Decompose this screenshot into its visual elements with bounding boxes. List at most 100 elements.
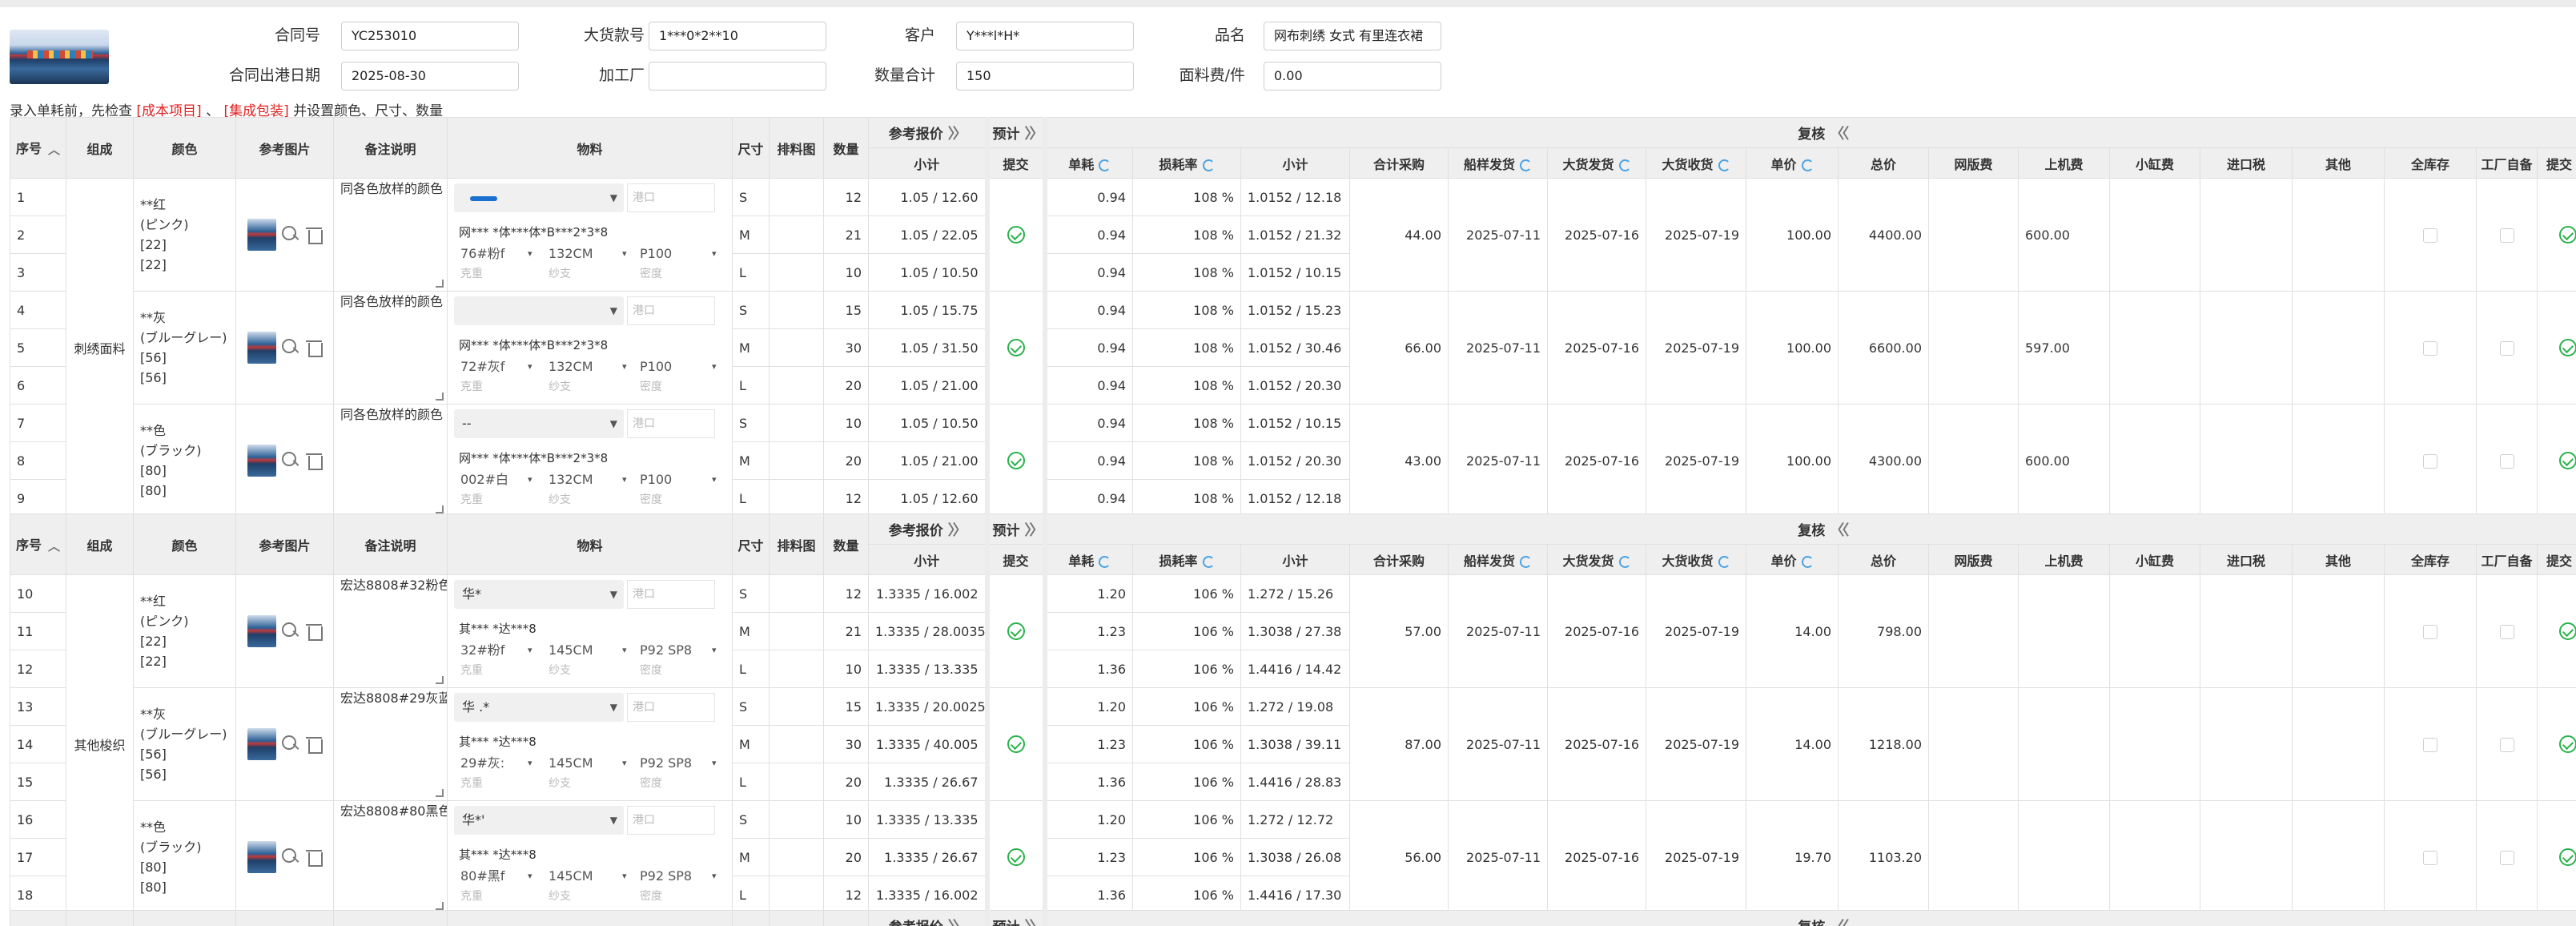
remark-textarea[interactable]: 宏达8808#32粉色 — [333, 574, 448, 688]
row-layout[interactable] — [769, 366, 824, 405]
product-field[interactable]: 网布刺绣 女式 有里连衣裙 — [1264, 22, 1441, 50]
remark-textarea[interactable]: 同各色放样的颜色 — [333, 178, 448, 292]
port-input[interactable]: 港口 — [627, 580, 715, 609]
refresh-icon[interactable] — [1618, 555, 1631, 568]
trash-icon[interactable] — [303, 621, 324, 642]
row-layout[interactable] — [769, 876, 824, 914]
row-layout[interactable] — [769, 725, 824, 763]
zoom-icon[interactable] — [279, 224, 300, 245]
check-circle-icon[interactable] — [1007, 452, 1025, 469]
refresh-icon[interactable] — [1202, 159, 1215, 171]
bulk-receive-date[interactable]: 2025-07-19 — [1646, 291, 1746, 405]
material-code-select[interactable]: 32#粉f — [460, 639, 532, 662]
collapse-arrow-icon[interactable]: 〈〈 — [1830, 519, 1849, 540]
product-thumbnail[interactable] — [10, 30, 109, 84]
row-unit-use[interactable]: 1.20 — [1042, 574, 1133, 613]
remark-textarea[interactable]: 同各色放样的颜色 — [333, 291, 448, 405]
estimate-submit[interactable] — [984, 574, 1045, 688]
other-fee[interactable] — [2292, 687, 2385, 801]
trash-icon[interactable] — [303, 224, 324, 245]
weight-input[interactable]: 克重 — [460, 888, 483, 905]
import-tax[interactable] — [2200, 574, 2293, 688]
expand-arrow-icon[interactable]: 〉〉 — [948, 519, 967, 540]
gsm-input[interactable]: 纱支 — [549, 775, 571, 792]
row-unit-use[interactable]: 0.94 — [1042, 441, 1133, 480]
sample-ship-date[interactable]: 2025-07-11 — [1448, 404, 1548, 517]
factory-self-checkbox[interactable] — [2476, 178, 2538, 292]
small-red-fee[interactable] — [2109, 800, 2200, 914]
review-submit[interactable] — [2537, 404, 2576, 517]
col-bulk-ship[interactable]: 大货发货 — [1547, 544, 1646, 575]
row-loss-rate[interactable]: 108 % — [1132, 328, 1241, 367]
col-submit2[interactable]: 提交 — [2537, 147, 2576, 179]
trash-icon[interactable] — [303, 847, 324, 868]
row-unit-use[interactable]: 1.36 — [1042, 763, 1133, 801]
row-unit-use[interactable]: 0.94 — [1042, 328, 1133, 367]
checkbox[interactable] — [2423, 850, 2437, 865]
row-unit-use[interactable]: 1.36 — [1042, 876, 1133, 914]
checkbox[interactable] — [2423, 227, 2437, 243]
col-loss-rate[interactable]: 损耗率 — [1132, 147, 1241, 179]
col-bulk-ship[interactable]: 大货发货 — [1547, 147, 1646, 179]
fabric-fee-field[interactable]: 0.00 — [1264, 62, 1441, 91]
refresh-icon[interactable] — [1718, 555, 1730, 568]
reference-image[interactable] — [247, 841, 276, 873]
machine-fee[interactable] — [2018, 800, 2110, 914]
col-estimate[interactable]: 预计〉〉 — [984, 513, 1045, 545]
reference-image[interactable] — [247, 615, 276, 647]
total-purchase[interactable]: 43.00 — [1349, 404, 1449, 517]
col-sample-ship[interactable]: 船样发货 — [1448, 544, 1548, 575]
density-input[interactable]: 密度 — [640, 491, 662, 509]
material-width-select[interactable]: 132CM — [549, 356, 593, 378]
material-select[interactable]: 华 .* ▼ — [454, 693, 624, 722]
row-loss-rate[interactable]: 108 % — [1132, 479, 1241, 517]
expand-arrow-icon[interactable]: 〉〉 — [1025, 916, 1044, 926]
row-layout[interactable] — [769, 178, 824, 216]
row-unit-use[interactable]: 1.23 — [1042, 838, 1133, 876]
col-unit-price[interactable]: 单价 — [1746, 147, 1839, 179]
row-loss-rate[interactable]: 106 % — [1132, 650, 1241, 688]
sort-icon[interactable]: ︿ — [48, 141, 60, 158]
all-stock-checkbox[interactable] — [2384, 574, 2477, 688]
zoom-icon[interactable] — [279, 847, 300, 868]
review-submit[interactable] — [2537, 178, 2576, 292]
refresh-icon[interactable] — [1520, 159, 1532, 171]
material-select[interactable]: ▼ — [454, 183, 624, 212]
bulk-receive-date[interactable]: 2025-07-19 — [1646, 404, 1746, 517]
factory-self-checkbox[interactable] — [2476, 800, 2538, 914]
sort-icon[interactable]: ︿ — [48, 537, 60, 554]
bulk-ship-date[interactable]: 2025-07-16 — [1547, 178, 1646, 292]
checkbox[interactable] — [2423, 624, 2437, 639]
col-ref-price[interactable]: 参考报价〉〉 — [868, 117, 987, 148]
row-loss-rate[interactable]: 106 % — [1132, 838, 1241, 876]
checkbox[interactable] — [2499, 227, 2514, 243]
material-spec-select[interactable]: P92 SP8 — [640, 865, 692, 888]
bulk-receive-date[interactable]: 2025-07-19 — [1646, 687, 1746, 801]
check-circle-icon[interactable] — [2558, 339, 2576, 356]
row-unit-use[interactable]: 1.23 — [1042, 612, 1133, 650]
machine-fee[interactable] — [2018, 574, 2110, 688]
row-loss-rate[interactable]: 108 % — [1132, 441, 1241, 480]
trash-icon[interactable] — [303, 450, 324, 471]
port-input[interactable]: 港口 — [627, 409, 715, 438]
row-loss-rate[interactable]: 106 % — [1132, 612, 1241, 650]
sample-ship-date[interactable]: 2025-07-11 — [1448, 687, 1548, 801]
all-stock-checkbox[interactable] — [2384, 687, 2477, 801]
gsm-input[interactable]: 纱支 — [549, 265, 571, 283]
net-plate-fee[interactable] — [1928, 800, 2019, 914]
factory-self-checkbox[interactable] — [2476, 574, 2538, 688]
col-seq[interactable]: 序号 ︿ — [10, 513, 66, 575]
total-purchase[interactable]: 66.00 — [1349, 291, 1449, 405]
review-submit[interactable] — [2537, 574, 2576, 688]
material-code-select[interactable]: 002#白 — [460, 469, 532, 491]
all-stock-checkbox[interactable] — [2384, 404, 2477, 517]
material-code-select[interactable]: 80#黑f — [460, 865, 532, 888]
material-spec-select[interactable]: P100 — [640, 356, 672, 378]
checkbox[interactable] — [2499, 624, 2514, 639]
checkbox[interactable] — [2423, 453, 2437, 469]
estimate-submit[interactable] — [984, 800, 1045, 914]
bulk-receive-date[interactable]: 2025-07-19 — [1646, 574, 1746, 688]
col-review[interactable]: 复核〈〈 — [1042, 910, 2576, 926]
col-review[interactable]: 复核〈〈 — [1042, 117, 2576, 148]
bulk-receive-date[interactable]: 2025-07-19 — [1646, 800, 1746, 914]
